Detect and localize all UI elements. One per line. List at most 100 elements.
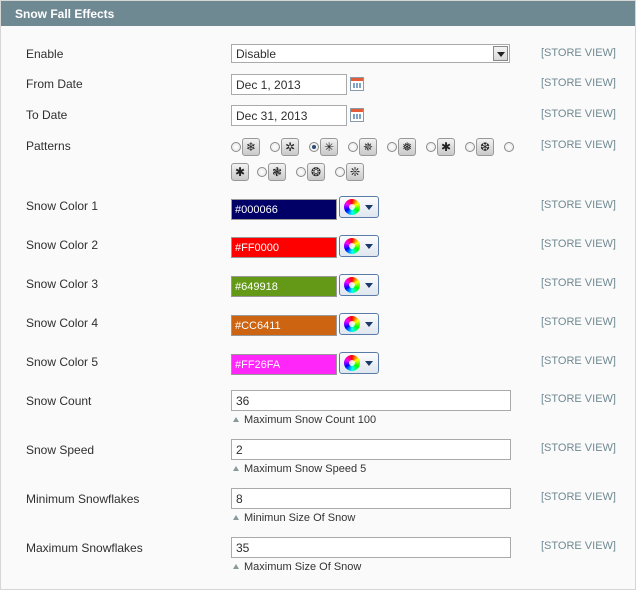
calendar-icon[interactable] bbox=[350, 108, 364, 122]
pattern-option[interactable]: ❊ bbox=[335, 163, 364, 181]
snowflake-icon: ✳ bbox=[320, 138, 338, 156]
snow-color-3-input[interactable]: #649918 bbox=[231, 276, 337, 297]
scope-snow-count: [STORE VIEW] bbox=[541, 393, 616, 405]
to-date-input[interactable] bbox=[231, 105, 347, 126]
pattern-option[interactable]: ❃ bbox=[257, 163, 286, 181]
snow-color-5-input[interactable]: #FF26FA bbox=[231, 354, 337, 375]
pattern-option[interactable]: ✳ bbox=[309, 138, 338, 156]
pattern-option[interactable]: ✲ bbox=[270, 138, 299, 156]
color-wheel-icon bbox=[344, 316, 360, 332]
hint-arrow-icon bbox=[233, 515, 239, 520]
pattern-option[interactable]: ✵ bbox=[348, 138, 377, 156]
color-wheel-icon bbox=[344, 238, 360, 254]
pattern-radio[interactable] bbox=[296, 167, 306, 177]
snow-count-note: Maximum Snow Count 100 bbox=[233, 414, 376, 426]
snow-count-label: Snow Count bbox=[26, 394, 92, 408]
pattern-radio[interactable] bbox=[465, 142, 475, 152]
snow-fall-effects-panel: Snow Fall Effects Enable Disable [STORE … bbox=[0, 0, 636, 590]
pattern-radio[interactable] bbox=[257, 167, 267, 177]
color-picker-button[interactable] bbox=[339, 196, 379, 218]
from-date-input[interactable] bbox=[231, 74, 347, 95]
min-snowflakes-input[interactable] bbox=[231, 488, 511, 509]
snow-count-input[interactable] bbox=[231, 390, 511, 411]
patterns-label: Patterns bbox=[26, 139, 71, 153]
color-picker-button[interactable] bbox=[339, 313, 379, 335]
pattern-radio[interactable] bbox=[348, 142, 358, 152]
snowflake-icon: ✲ bbox=[281, 138, 299, 156]
color-wheel-icon bbox=[344, 355, 360, 371]
snow-color-2-label: Snow Color 2 bbox=[26, 238, 99, 252]
color-picker-button[interactable] bbox=[339, 235, 379, 257]
max-snowflakes-note: Maximum Size Of Snow bbox=[233, 561, 361, 573]
snow-color-2-input[interactable]: #FF0000 bbox=[231, 237, 337, 258]
snowflake-icon: ❃ bbox=[268, 163, 286, 181]
snow-speed-input[interactable] bbox=[231, 439, 511, 460]
chevron-down-icon bbox=[365, 322, 373, 327]
scope-from-date: [STORE VIEW] bbox=[541, 77, 616, 89]
pattern-radio[interactable] bbox=[335, 167, 345, 177]
snow-speed-label: Snow Speed bbox=[26, 443, 95, 457]
pattern-radio[interactable] bbox=[231, 142, 241, 152]
pattern-option[interactable]: ❅ bbox=[387, 138, 416, 156]
pattern-option[interactable]: ❄ bbox=[231, 138, 260, 156]
pattern-radio[interactable] bbox=[270, 142, 280, 152]
snowflake-icon: ❊ bbox=[346, 163, 364, 181]
snow-color-1-input[interactable]: #000066 bbox=[231, 199, 337, 220]
snow-count-note-text: Maximum Snow Count 100 bbox=[244, 414, 377, 426]
snow-speed-note-text: Maximum Snow Speed 5 bbox=[244, 463, 367, 475]
pattern-radio[interactable] bbox=[426, 142, 436, 152]
snowflake-icon: ❅ bbox=[398, 138, 416, 156]
scope-max-snowflakes: [STORE VIEW] bbox=[541, 540, 616, 552]
scope-snow-color-1: [STORE VIEW] bbox=[541, 199, 616, 211]
scope-min-snowflakes: [STORE VIEW] bbox=[541, 491, 616, 503]
snow-color-4-label: Snow Color 4 bbox=[26, 316, 99, 330]
pattern-radio-selected[interactable] bbox=[309, 142, 319, 152]
max-snowflakes-input[interactable] bbox=[231, 537, 511, 558]
snowflake-icon: ❆ bbox=[476, 138, 494, 156]
snow-color-3-label: Snow Color 3 bbox=[26, 277, 99, 291]
scope-patterns: [STORE VIEW] bbox=[541, 139, 616, 151]
min-snowflakes-label: Minimum Snowflakes bbox=[26, 492, 140, 506]
hint-arrow-icon bbox=[233, 466, 239, 471]
from-date-label: From Date bbox=[26, 77, 83, 91]
enable-select[interactable]: Disable bbox=[231, 44, 510, 63]
min-snowflakes-note-text: Minimun Size Of Snow bbox=[244, 512, 356, 524]
snowflake-icon: ❂ bbox=[307, 163, 325, 181]
chevron-down-icon bbox=[365, 244, 373, 249]
snow-color-4-input[interactable]: #CC6411 bbox=[231, 315, 337, 336]
snow-color-5-label: Snow Color 5 bbox=[26, 355, 99, 369]
pattern-option[interactable] bbox=[504, 142, 515, 152]
calendar-icon[interactable] bbox=[350, 77, 364, 91]
hint-arrow-icon bbox=[233, 417, 239, 422]
pattern-radio[interactable] bbox=[504, 142, 514, 152]
scope-snow-color-3: [STORE VIEW] bbox=[541, 277, 616, 289]
snowflake-icon: ✱ bbox=[437, 138, 455, 156]
snowflake-icon: ✵ bbox=[359, 138, 377, 156]
color-wheel-icon bbox=[344, 199, 360, 215]
color-picker-button[interactable] bbox=[339, 352, 379, 374]
max-snowflakes-note-text: Maximum Size Of Snow bbox=[244, 561, 362, 573]
chevron-down-icon bbox=[365, 283, 373, 288]
snow-speed-note: Maximum Snow Speed 5 bbox=[233, 463, 366, 475]
min-snowflakes-note: Minimun Size Of Snow bbox=[233, 512, 355, 524]
scope-snow-color-5: [STORE VIEW] bbox=[541, 355, 616, 367]
chevron-down-icon bbox=[365, 361, 373, 366]
pattern-radio[interactable] bbox=[387, 142, 397, 152]
color-wheel-icon bbox=[344, 277, 360, 293]
pattern-option[interactable]: ✱ bbox=[426, 138, 455, 156]
section-title: Snow Fall Effects bbox=[15, 7, 115, 21]
max-snowflakes-label: Maximum Snowflakes bbox=[26, 541, 143, 555]
pattern-option[interactable]: ❆ bbox=[465, 138, 494, 156]
color-picker-button[interactable] bbox=[339, 274, 379, 296]
snowflake-icon: ❄ bbox=[242, 138, 260, 156]
snow-color-1-label: Snow Color 1 bbox=[26, 199, 99, 213]
pattern-option[interactable]: ❂ bbox=[296, 163, 325, 181]
enable-select-value: Disable bbox=[236, 47, 277, 61]
pattern-option[interactable]: ✱ bbox=[231, 163, 249, 181]
scope-snow-color-4: [STORE VIEW] bbox=[541, 316, 616, 328]
chevron-down-icon[interactable] bbox=[493, 46, 508, 61]
to-date-label: To Date bbox=[26, 108, 68, 122]
scope-to-date: [STORE VIEW] bbox=[541, 108, 616, 120]
scope-snow-color-2: [STORE VIEW] bbox=[541, 238, 616, 250]
section-header[interactable]: Snow Fall Effects bbox=[1, 1, 635, 26]
